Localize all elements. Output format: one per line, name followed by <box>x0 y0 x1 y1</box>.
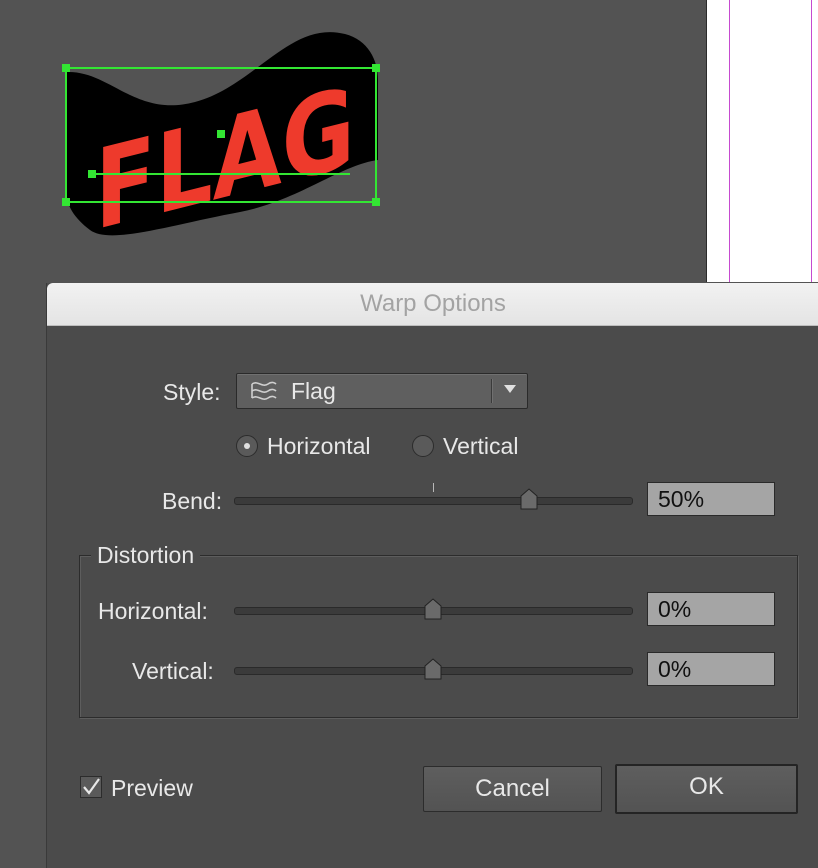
handle-baseline[interactable] <box>88 170 96 178</box>
artboard-guide-left <box>729 0 730 282</box>
artboard-guide-right <box>811 0 812 282</box>
handle-top-left[interactable] <box>62 64 70 72</box>
horizontal-radio-label[interactable]: Horizontal <box>267 433 371 460</box>
style-value: Flag <box>291 378 336 404</box>
handle-bottom-right[interactable] <box>372 198 380 206</box>
horizontal-radio[interactable] <box>236 435 258 457</box>
distortion-horizontal-value-field[interactable]: 0% <box>647 592 775 626</box>
bend-label: Bend: <box>162 488 223 514</box>
dialog-title[interactable]: Warp Options <box>47 283 818 326</box>
preview-label[interactable]: Preview <box>111 775 193 802</box>
cancel-button[interactable]: Cancel <box>423 766 602 812</box>
bend-value-field[interactable]: 50% <box>647 482 775 516</box>
flag-style-icon <box>251 381 277 400</box>
dropdown-separator <box>491 379 493 403</box>
handle-bottom-left[interactable] <box>62 198 70 206</box>
distortion-horizontal-label: Horizontal: <box>98 598 208 624</box>
checkmark-icon <box>83 778 100 795</box>
bend-slider-thumb[interactable] <box>520 488 538 510</box>
distortion-group <box>79 555 798 718</box>
warp-options-dialog: Warp Options Style: Flag Horizontal Vert… <box>46 283 818 868</box>
vertical-radio[interactable] <box>412 435 434 457</box>
chevron-down-icon <box>504 385 516 393</box>
handle-top-right[interactable] <box>372 64 380 72</box>
preview-checkbox[interactable] <box>80 776 102 798</box>
distortion-vertical-label: Vertical: <box>132 658 214 684</box>
handle-center[interactable] <box>217 130 225 138</box>
distortion-horizontal-slider-thumb[interactable] <box>424 598 442 620</box>
radio-selected-dot <box>244 443 250 449</box>
distortion-vertical-value-field[interactable]: 0% <box>647 652 775 686</box>
warped-artwork[interactable]: FLAG <box>0 0 420 260</box>
style-dropdown[interactable]: Flag <box>236 373 528 409</box>
style-label: Style: <box>163 379 221 405</box>
artboard[interactable] <box>706 0 818 282</box>
distortion-vertical-slider-thumb[interactable] <box>424 658 442 680</box>
bend-center-tick <box>433 483 434 492</box>
ok-button[interactable]: OK <box>615 764 798 814</box>
distortion-title: Distortion <box>91 542 201 569</box>
vertical-radio-label[interactable]: Vertical <box>443 433 518 460</box>
bend-slider[interactable] <box>234 497 633 505</box>
